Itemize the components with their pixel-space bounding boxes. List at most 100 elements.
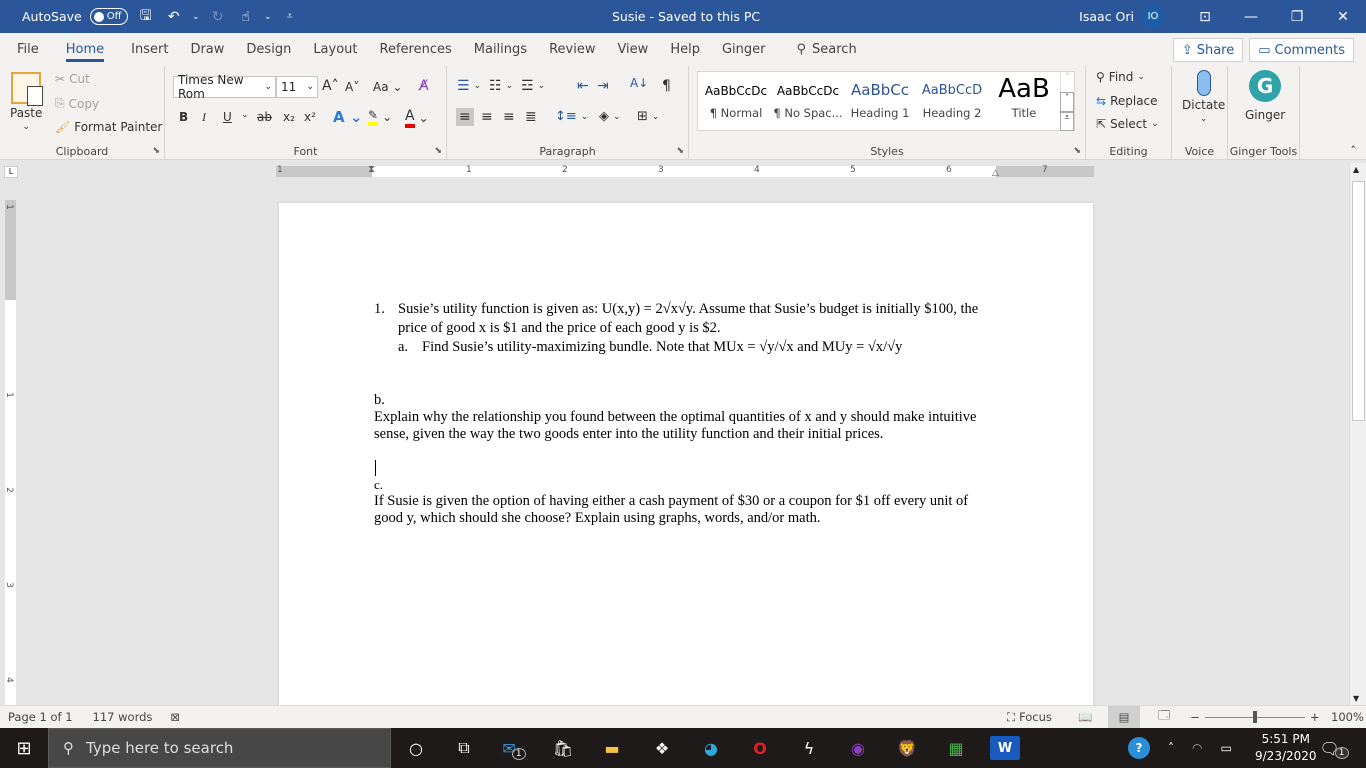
proofing-icon[interactable]: ⊠ bbox=[170, 710, 180, 724]
ginger-button[interactable]: G Ginger bbox=[1245, 70, 1285, 122]
tab-mailings[interactable]: Mailings bbox=[463, 33, 538, 66]
comments-button[interactable]: ▭ Comments bbox=[1249, 38, 1354, 62]
find-button[interactable]: ⚲ Find ⌄ bbox=[1096, 70, 1145, 84]
justify-icon[interactable]: ≣ bbox=[525, 109, 537, 125]
style-title[interactable]: AaB Title bbox=[988, 72, 1060, 132]
decrease-indent-icon[interactable]: ⇤ bbox=[577, 78, 589, 94]
tab-design[interactable]: Design bbox=[235, 33, 302, 66]
dialog-launcher-icon[interactable]: ⬊ bbox=[152, 146, 160, 156]
zoom-level[interactable]: 100% bbox=[1331, 710, 1364, 724]
font-size-dropdown[interactable]: 11 ⌄ bbox=[276, 76, 318, 98]
tab-view[interactable]: View bbox=[606, 33, 659, 66]
style-heading-2[interactable]: AaBbCcD Heading 2 bbox=[916, 72, 988, 132]
opera-icon[interactable]: O bbox=[748, 736, 772, 760]
brave-icon[interactable]: 🦁 bbox=[895, 736, 919, 760]
user-avatar[interactable]: IO bbox=[1142, 5, 1164, 28]
replace-button[interactable]: ⇆ Replace bbox=[1096, 94, 1158, 108]
horizontal-ruler[interactable]: 1 1 2 3 4 5 6 7 ⧗ △ bbox=[276, 164, 1094, 178]
styles-scroll-up-icon[interactable]: ˄ bbox=[1060, 72, 1074, 92]
notifications-icon[interactable]: 🗨 1 bbox=[1319, 736, 1349, 760]
show-hidden-icons[interactable]: ˄ bbox=[1168, 741, 1174, 755]
autosave-toggle[interactable]: Off bbox=[89, 8, 128, 25]
tab-ginger[interactable]: Ginger bbox=[711, 33, 777, 66]
font-color-icon[interactable]: A ⌄ bbox=[405, 108, 429, 128]
align-right-icon[interactable]: ≡ bbox=[503, 109, 515, 125]
windows-start-icon[interactable]: ⊞ bbox=[12, 736, 36, 760]
borders-icon[interactable]: ⊞ ⌄ bbox=[637, 109, 659, 124]
align-center-icon[interactable]: ≡ bbox=[481, 109, 493, 125]
zoom-out-icon[interactable]: − bbox=[1190, 710, 1200, 724]
increase-indent-icon[interactable]: ⇥ bbox=[597, 78, 609, 94]
share-button[interactable]: ⇪ Share bbox=[1172, 38, 1244, 62]
line-spacing-icon[interactable]: ↕≡ ⌄ bbox=[555, 109, 588, 124]
multilevel-list-icon[interactable]: ☲ ⌄ bbox=[521, 78, 545, 94]
clock[interactable]: 5:51 PM 9/23/2020 bbox=[1255, 731, 1317, 765]
zoom-in-icon[interactable]: + bbox=[1310, 710, 1320, 724]
tab-draw[interactable]: Draw bbox=[179, 33, 235, 66]
style-heading-1[interactable]: AaBbCc Heading 1 bbox=[844, 72, 916, 132]
numbering-icon[interactable]: ☷ ⌄ bbox=[489, 78, 513, 94]
undo-icon[interactable]: ↶ bbox=[164, 9, 184, 25]
vertical-scrollbar[interactable]: ▲ ▼ bbox=[1349, 163, 1366, 705]
tab-file[interactable]: File bbox=[6, 33, 50, 66]
save-icon[interactable]: 🖫 bbox=[136, 5, 156, 29]
page-count[interactable]: Page 1 of 1 bbox=[8, 710, 73, 724]
clear-formatting-icon[interactable]: A̸ bbox=[419, 78, 429, 94]
tab-insert[interactable]: Insert bbox=[120, 33, 179, 66]
strikethrough-icon[interactable]: ab bbox=[257, 110, 272, 124]
dictate-button[interactable]: Dictate ⌄ bbox=[1182, 70, 1225, 124]
user-name[interactable]: Isaac Ori bbox=[1079, 9, 1134, 24]
close-button[interactable]: ✕ bbox=[1320, 0, 1366, 33]
text-effects-icon[interactable]: A ⌄ bbox=[333, 108, 362, 126]
app-green-icon[interactable]: ▦ bbox=[944, 736, 968, 760]
wifi-icon[interactable]: ◠ bbox=[1192, 741, 1202, 755]
touch-mode-icon[interactable]: ☝ bbox=[236, 9, 256, 25]
tab-references[interactable]: References bbox=[369, 33, 463, 66]
tab-layout[interactable]: Layout bbox=[302, 33, 368, 66]
mail-icon[interactable]: ✉ 1 bbox=[502, 736, 526, 760]
cortana-icon[interactable]: ○ bbox=[404, 736, 428, 760]
zoom-slider[interactable] bbox=[1205, 711, 1305, 723]
dialog-launcher-icon[interactable]: ⬊ bbox=[434, 146, 442, 156]
tell-me-search[interactable]: ⚲ Search bbox=[796, 42, 856, 57]
grow-font-icon[interactable]: A˄ bbox=[322, 78, 339, 94]
styles-more-icon[interactable]: ⩡ bbox=[1060, 112, 1074, 131]
format-painter-button[interactable]: 🖌 Format Painter bbox=[55, 120, 162, 134]
minimize-button[interactable]: — bbox=[1228, 0, 1274, 33]
tab-home[interactable]: Home bbox=[50, 33, 120, 66]
tor-browser-icon[interactable]: ◉ bbox=[846, 736, 870, 760]
highlight-icon[interactable]: ✎ ⌄ bbox=[368, 108, 392, 126]
paste-button[interactable]: Paste ⌄ bbox=[10, 72, 44, 132]
align-left-icon[interactable]: ≡ bbox=[456, 108, 474, 126]
battery-icon[interactable]: ▭ bbox=[1220, 741, 1231, 755]
ribbon-display-options-icon[interactable]: ⊡ bbox=[1182, 0, 1228, 33]
undo-dropdown-icon[interactable]: ⌄ bbox=[192, 12, 200, 22]
word-icon[interactable]: W bbox=[990, 736, 1020, 760]
file-explorer-icon[interactable]: ▬ bbox=[600, 736, 624, 760]
taskbar-search[interactable]: ⚲ Type here to search bbox=[48, 728, 391, 768]
underline-icon[interactable]: U bbox=[223, 110, 232, 124]
word-count[interactable]: 117 words bbox=[93, 710, 153, 724]
document-page[interactable]: 1. Susie’s utility function is given as:… bbox=[279, 203, 1093, 708]
dialog-launcher-icon[interactable]: ⬊ bbox=[676, 146, 684, 156]
dropbox-icon[interactable]: ❖ bbox=[650, 736, 674, 760]
edge-icon[interactable]: ◕ bbox=[699, 736, 723, 760]
sort-icon[interactable]: A↓ bbox=[630, 76, 648, 90]
restore-button[interactable]: ❐ bbox=[1274, 0, 1320, 33]
scroll-down-icon[interactable]: ▼ bbox=[1353, 694, 1359, 703]
customize-qat-icon[interactable]: ⩡ bbox=[280, 11, 300, 22]
dialog-launcher-icon[interactable]: ⬊ bbox=[1073, 146, 1081, 156]
web-layout-icon[interactable]: 🗔 bbox=[1158, 708, 1170, 727]
collapse-ribbon-icon[interactable]: ˄ bbox=[1351, 144, 1357, 157]
scrollbar-thumb[interactable] bbox=[1352, 181, 1365, 421]
focus-button[interactable]: ⛶ Focus bbox=[1007, 710, 1052, 725]
read-mode-icon[interactable]: 📖 bbox=[1078, 710, 1092, 724]
subscript-icon[interactable]: x₂ bbox=[283, 110, 295, 124]
print-layout-icon[interactable]: ▤ bbox=[1108, 706, 1140, 728]
styles-scroll-down-icon[interactable]: ˅ bbox=[1060, 92, 1074, 112]
task-view-icon[interactable]: ⧉ bbox=[452, 736, 476, 760]
tab-help[interactable]: Help bbox=[659, 33, 711, 66]
scroll-up-icon[interactable]: ▲ bbox=[1353, 165, 1359, 174]
style-normal[interactable]: AaBbCcDc ¶ Normal bbox=[700, 72, 772, 132]
store-icon[interactable]: 🛍 bbox=[551, 736, 575, 760]
